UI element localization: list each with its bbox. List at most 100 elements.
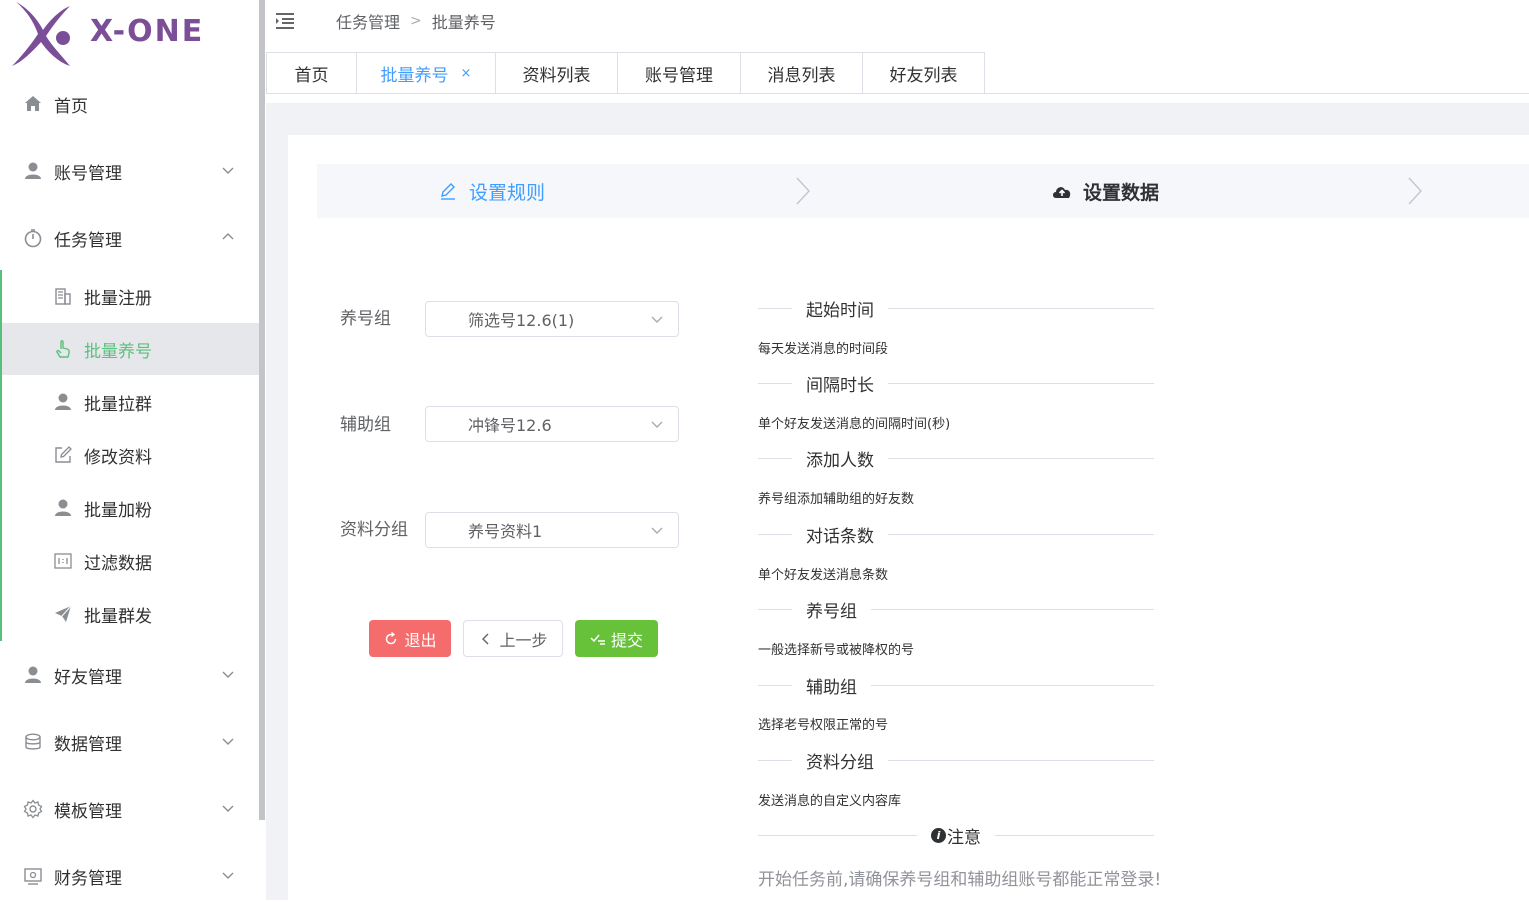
chevron-down-icon [222,671,234,678]
chevron-down-icon [222,738,234,745]
menu-toggle-icon[interactable] [274,11,296,31]
help-section-title: 辅助组 [792,673,871,698]
edit-icon [53,445,73,465]
sidebar: X-ONE 首页 账号管理 任务管理 批量注册 批量养号 批量拉群 修改资料 批… [0,0,260,900]
wallet-icon [23,866,43,886]
checklist-icon [590,631,606,647]
notice-text: 开始任务前,请确保养号组和辅助组账号都能正常登录! [758,870,1162,890]
sidebar-item-batch-broadcast[interactable]: 批量群发 [2,588,259,640]
chevron-down-icon [222,805,234,812]
notice-section: i 注意 [758,823,1154,848]
sidebar-item-templates[interactable]: 模板管理 [0,783,259,835]
assist-group-select[interactable]: 冲锋号12.6 [425,406,679,442]
exit-button[interactable]: 退出 [369,620,451,657]
help-section-nurture-group: 养号组 [758,597,1154,622]
sidebar-item-label: 账号管理 [54,163,122,184]
sidebar-item-tasks[interactable]: 任务管理 [0,212,259,264]
sidebar-item-label: 数据管理 [54,734,122,755]
prev-step-button[interactable]: 上一步 [463,620,563,657]
database-icon [23,732,43,752]
sidebar-item-label: 批量加粉 [84,500,152,521]
sidebar-item-batch-register[interactable]: 批量注册 [2,270,259,322]
office-building-icon [53,286,73,306]
sidebar-item-label: 批量注册 [84,288,152,309]
help-section-desc: 发送消息的自定义内容库 [758,794,902,809]
sidebar-item-finance[interactable]: 财务管理 [0,850,259,902]
help-section-desc: 养号组添加辅助组的好友数 [758,492,915,507]
breadcrumb: 任务管理 > 批量养号 [336,9,496,33]
profile-group-select[interactable]: 养号资料1 [425,512,679,548]
chevron-down-icon [222,872,234,879]
nurture-group-select[interactable]: 筛选号12.6(1) [425,301,679,337]
logo-text: X-ONE [90,14,205,49]
chevron-down-icon [651,421,663,428]
home-icon [23,94,43,114]
exit-button-label: 退出 [404,630,437,650]
tab-label: 账号管理 [645,65,713,86]
sidebar-item-home[interactable]: 首页 [0,78,259,130]
send-icon [53,604,73,624]
select-value: 养号资料1 [468,522,543,541]
chevron-left-icon [478,631,494,647]
sidebar-item-data[interactable]: 数据管理 [0,716,259,768]
notice-title-label: 注意 [947,828,981,848]
gear-icon [23,799,43,819]
sidebar-item-friends[interactable]: 好友管理 [0,649,259,701]
prev-step-button-label: 上一步 [499,630,548,650]
help-section-title: 添加人数 [792,446,888,471]
sidebar-item-label: 模板管理 [54,801,122,822]
user-icon [23,161,43,181]
close-icon[interactable]: × [461,66,472,81]
chevron-down-icon [222,167,234,174]
help-section-desc: 单个好友发送消息条数 [758,568,889,583]
sidebar-item-edit-profile[interactable]: 修改资料 [2,429,259,481]
help-section-desc: 一般选择新号或被降权的号 [758,643,915,658]
tab-account-management[interactable]: 账号管理 [617,52,740,94]
sidebar-item-label: 过滤数据 [84,553,152,574]
x-one-logo-icon [12,2,70,66]
sidebar-item-label: 批量群发 [84,606,152,627]
help-section-start-time: 起始时间 [758,296,1154,321]
select-value: 筛选号12.6(1) [468,311,575,330]
sidebar-scrollbar[interactable] [259,0,265,820]
tab-home[interactable]: 首页 [266,52,356,94]
sidebar-item-accounts[interactable]: 账号管理 [0,145,259,197]
pointer-hand-icon [53,339,73,359]
help-section-title: 资料分组 [792,748,888,773]
help-section-desc: 每天发送消息的时间段 [758,342,889,357]
form-label-assist-group: 辅助组 [340,415,391,435]
tab-profile-list[interactable]: 资料列表 [495,52,617,94]
help-section-profile-group: 资料分组 [758,748,1154,773]
help-section-desc: 单个好友发送消息的间隔时间(秒) [758,417,951,432]
help-section-title: 间隔时长 [792,371,888,396]
step-set-rules[interactable]: 设置规则 [437,164,545,218]
form-label-nurture-group: 养号组 [340,309,391,329]
chevron-down-icon [651,316,663,323]
breadcrumb-item[interactable]: 任务管理 [336,9,400,33]
sidebar-item-label: 财务管理 [54,868,122,889]
edit-pen-icon [437,180,459,202]
brand-logo[interactable]: X-ONE [8,0,253,72]
sidebar-item-label: 批量拉群 [84,394,152,415]
help-section-desc: 选择老号权限正常的号 [758,718,889,733]
help-section-add-count: 添加人数 [758,446,1154,471]
user-icon [53,498,73,518]
breadcrumb-current: 批量养号 [431,13,496,32]
help-section-title: 养号组 [792,597,871,622]
user-icon [53,392,73,412]
user-icon [23,665,43,685]
tab-batch-nurture[interactable]: 批量养号 × [356,52,495,94]
sidebar-item-batch-nurture[interactable]: 批量养号 [2,323,259,375]
help-section-title: 起始时间 [792,296,888,321]
submit-button[interactable]: 提交 [575,620,658,657]
filter-box-icon [53,551,73,571]
step-label: 设置规则 [469,181,546,204]
sidebar-item-filter-data[interactable]: 过滤数据 [2,535,259,587]
help-panel: 起始时间 每天发送消息的时间段 间隔时长 单个好友发送消息的间隔时间(秒) 添加… [758,0,1161,900]
sidebar-item-batch-add-fans[interactable]: 批量加粉 [2,482,259,534]
help-section-interval: 间隔时长 [758,371,1154,396]
help-section-assist-group: 辅助组 [758,673,1154,698]
submit-button-label: 提交 [610,630,643,650]
sidebar-item-label: 批量养号 [84,341,152,362]
sidebar-item-batch-group-pull[interactable]: 批量拉群 [2,376,259,428]
